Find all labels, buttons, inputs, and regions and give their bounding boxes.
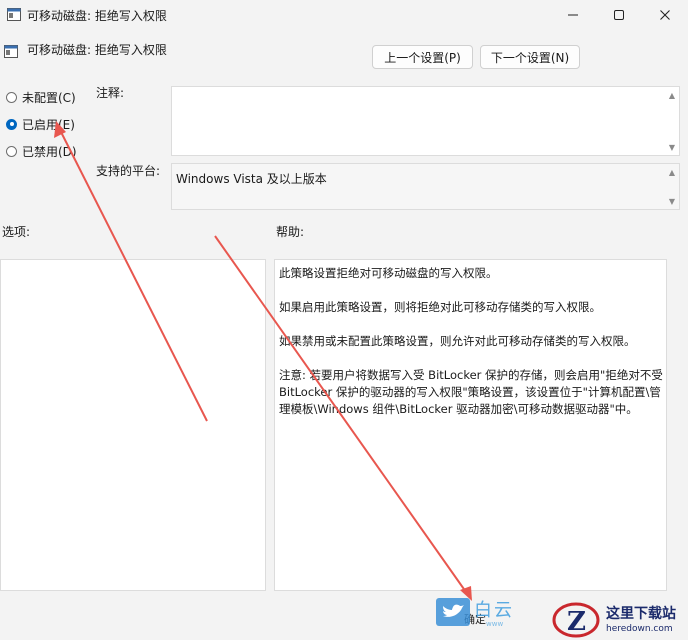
annotation-arrow-line: [214, 235, 467, 593]
annotation-arrow-line: [59, 129, 208, 422]
annotation-arrows: [54, 121, 472, 601]
arrow-head-icon: [460, 586, 472, 601]
arrow-head-icon: [54, 121, 66, 138]
